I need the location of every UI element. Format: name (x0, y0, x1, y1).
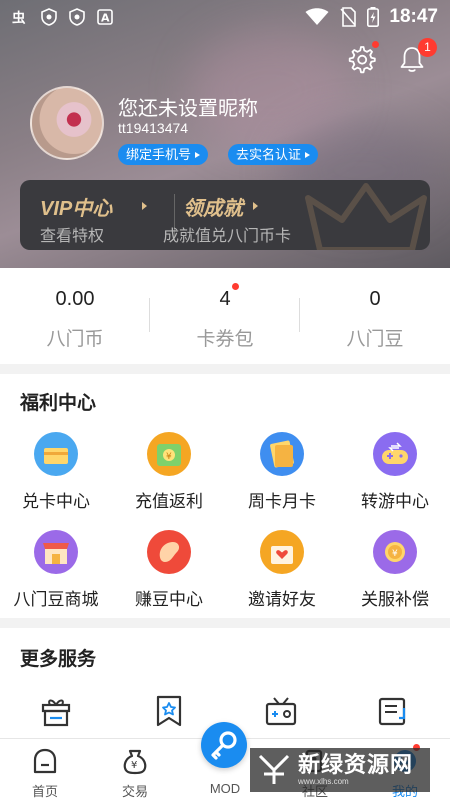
tab-home[interactable]: 首页 (0, 739, 90, 800)
welfare-item-label: 兑卡中心 (22, 492, 90, 511)
welfare-item-label: 邀请好友 (248, 590, 316, 609)
star-bookmark-icon[interactable] (152, 694, 186, 728)
gear-icon (348, 46, 376, 74)
chevron-right-icon (195, 151, 201, 158)
settings-dot (372, 41, 379, 48)
welfare-item-label: 赚豆中心 (135, 590, 203, 609)
shield-icon (40, 8, 58, 26)
recharge-rebate-icon: ¥ (147, 432, 191, 476)
stat-value: 4 (219, 288, 231, 310)
vip-center-subtitle: 查看特权 (40, 228, 105, 245)
chevron-right-icon (253, 202, 258, 210)
verify-identity-button[interactable]: 去实名认证 (228, 144, 319, 165)
welfare-item-bean-mall[interactable]: 八门豆商城 (0, 530, 112, 620)
stat-label: 八门币 (46, 329, 104, 350)
stat-label: 八门豆 (346, 329, 404, 350)
no-sim-icon (339, 7, 357, 27)
welfare-item-label: 八门豆商城 (13, 590, 99, 609)
achievement-button[interactable]: 领成就 成就值兑八门币卡 (163, 180, 355, 250)
shield-icon (68, 8, 86, 26)
stat-coins[interactable]: 0.00 八门币 (0, 268, 150, 364)
achievement-title: 领成就 (183, 198, 243, 220)
vip-center-button[interactable]: VIP中心 查看特权 (20, 180, 174, 250)
welfare-item-compensation[interactable]: ¥ 关服补偿 (339, 530, 450, 620)
watermark-text: 新绿资源网 (298, 752, 414, 777)
key-icon (211, 731, 237, 760)
gift-box-icon[interactable] (39, 694, 73, 728)
watermark-logo-icon (258, 754, 290, 784)
achievement-subtitle: 成就值兑八门币卡 (163, 228, 292, 245)
home-icon (33, 748, 57, 774)
clock: 18:47 (389, 6, 438, 27)
notification-badge: 1 (418, 38, 437, 57)
stat-coupons[interactable]: 4 卡券包 (150, 268, 300, 364)
svg-text:A: A (101, 12, 110, 25)
welfare-item-label: 周卡月卡 (248, 492, 316, 511)
mod-button[interactable] (201, 722, 247, 768)
document-icon[interactable] (376, 694, 410, 728)
welfare-item-label: 转游中心 (361, 492, 429, 511)
svg-text:虫: 虫 (12, 9, 26, 26)
avatar[interactable] (30, 86, 104, 160)
stat-label: 卡券包 (196, 329, 254, 350)
tab-trade[interactable]: ¥ 交易 (90, 739, 180, 800)
status-bar: 虫 A 18:47 (0, 0, 450, 34)
wallet-stats: 0.00 八门币 4 卡券包 0 八门豆 (0, 268, 450, 364)
bind-phone-label: 绑定手机号 (126, 147, 192, 162)
welfare-item-game-transfer[interactable]: 转游中心 (339, 432, 450, 522)
chevron-right-icon (142, 202, 147, 210)
compensation-icon: ¥ (373, 530, 417, 574)
welfare-center: 福利中心 兑卡中心 ¥ 充值返利 周卡月卡 转游中心 八门豆商城 赚豆中心 邀请… (0, 374, 450, 618)
new-dot (232, 283, 239, 290)
tab-label: 首页 (31, 784, 58, 799)
invite-friend-icon (260, 530, 304, 574)
weekly-card-icon (260, 432, 304, 476)
welfare-item-label: 关服补偿 (361, 590, 429, 609)
svg-text:¥: ¥ (131, 760, 137, 771)
welfare-item-label: 充值返利 (135, 492, 203, 511)
welfare-item-recharge-rebate[interactable]: ¥ 充值返利 (113, 432, 225, 522)
money-bag-icon: ¥ (123, 749, 147, 775)
settings-button[interactable] (346, 44, 376, 74)
welfare-item-invite-friends[interactable]: 邀请好友 (226, 530, 338, 620)
verify-label: 去实名认证 (236, 147, 302, 162)
battery-charging-icon (367, 7, 380, 27)
tab-label: 交易 (121, 784, 148, 799)
app-logo-icon: 虫 (12, 8, 30, 26)
mall-icon (34, 530, 78, 574)
svg-text:¥: ¥ (392, 549, 398, 559)
bind-phone-button[interactable]: 绑定手机号 (118, 144, 209, 165)
vip-center-title: VIP中心 (40, 198, 113, 220)
stat-value: 0 (369, 288, 381, 310)
section-title: 福利中心 (20, 393, 97, 414)
earn-beans-icon (147, 530, 191, 574)
watermark-url: www.xlhs.com (298, 777, 349, 786)
gamepad-transfer-icon (373, 432, 417, 476)
stat-beans[interactable]: 0 八门豆 (300, 268, 450, 364)
welfare-item-card-exchange[interactable]: 兑卡中心 (0, 432, 112, 522)
nickname[interactable]: 您还未设置昵称 (118, 92, 258, 121)
svg-text:¥: ¥ (166, 452, 172, 462)
stat-value: 0.00 (55, 288, 95, 310)
vip-banner: VIP中心 查看特权 领成就 成就值兑八门币卡 (20, 180, 430, 250)
card-exchange-icon (34, 432, 78, 476)
radio-icon[interactable] (264, 694, 298, 728)
welfare-item-earn-beans[interactable]: 赚豆中心 (113, 530, 225, 620)
section-title: 更多服务 (20, 649, 97, 670)
user-id: tt19413474 (118, 120, 189, 136)
welfare-item-weekly-card[interactable]: 周卡月卡 (226, 432, 338, 522)
font-icon: A (96, 8, 114, 26)
wifi-icon (305, 8, 329, 26)
chevron-right-icon (305, 151, 311, 158)
watermark: 新绿资源网 www.xlhs.com (250, 748, 430, 792)
